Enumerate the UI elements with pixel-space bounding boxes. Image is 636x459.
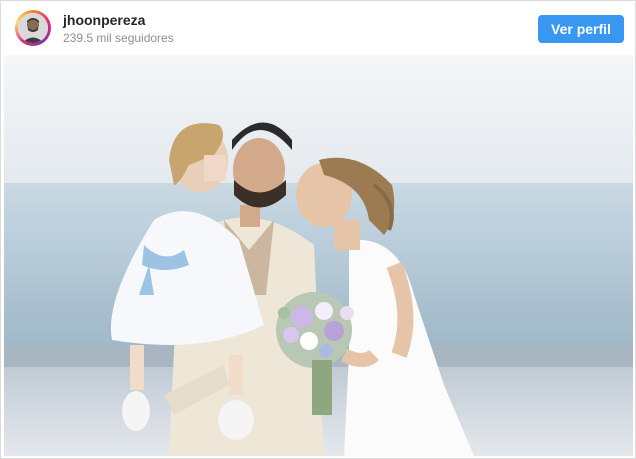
avatar[interactable] (15, 10, 51, 46)
username-link[interactable]: jhoonpereza (63, 12, 145, 28)
view-profile-button[interactable]: Ver perfil (538, 15, 624, 43)
post-photo[interactable] (4, 55, 633, 456)
avatar-icon (18, 13, 48, 43)
post-header: jhoonpereza 239.5 mil seguidores Ver per… (1, 1, 635, 55)
instagram-embed-card: jhoonpereza 239.5 mil seguidores Ver per… (0, 0, 636, 459)
follower-count: 239.5 mil seguidores (63, 31, 174, 45)
